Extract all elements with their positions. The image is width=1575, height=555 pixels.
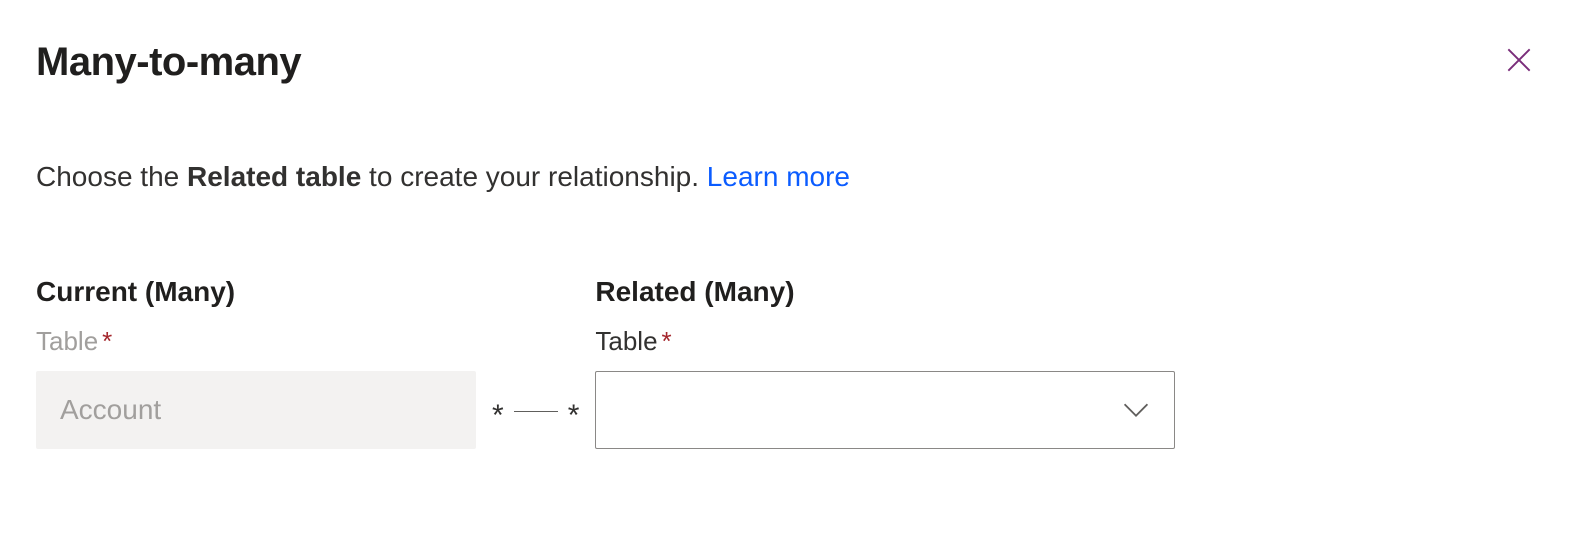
dialog-header: Many-to-many xyxy=(36,40,1539,85)
related-section-header: Related (Many) xyxy=(595,276,1175,308)
dialog-description: Choose the Related table to create your … xyxy=(36,157,1539,196)
dialog-title: Many-to-many xyxy=(36,40,301,85)
related-table-label: Table* xyxy=(595,326,1175,357)
connector-right-star: * xyxy=(568,401,580,431)
description-bold: Related table xyxy=(187,161,361,192)
close-icon xyxy=(1503,44,1535,76)
connector-left-star: * xyxy=(492,401,504,431)
current-section-header: Current (Many) xyxy=(36,276,476,308)
current-table-label: Table* xyxy=(36,326,476,357)
close-button[interactable] xyxy=(1495,36,1543,84)
relationship-connector: * * xyxy=(476,371,595,449)
connector-line xyxy=(514,411,558,412)
description-suffix: to create your relationship. xyxy=(361,161,707,192)
current-table-label-text: Table xyxy=(36,326,98,356)
learn-more-link[interactable]: Learn more xyxy=(707,161,850,192)
current-column: Current (Many) Table* Account xyxy=(36,276,476,449)
current-table-value: Account xyxy=(60,394,161,426)
related-column: Related (Many) Table* xyxy=(595,276,1175,449)
chevron-down-icon xyxy=(1122,402,1150,418)
relationship-columns: Current (Many) Table* Account * * Relate… xyxy=(36,276,1539,449)
related-table-label-text: Table xyxy=(595,326,657,356)
related-table-dropdown[interactable] xyxy=(595,371,1175,449)
current-table-field: Account xyxy=(36,371,476,449)
required-mark: * xyxy=(102,326,112,356)
description-prefix: Choose the xyxy=(36,161,187,192)
required-mark: * xyxy=(662,326,672,356)
